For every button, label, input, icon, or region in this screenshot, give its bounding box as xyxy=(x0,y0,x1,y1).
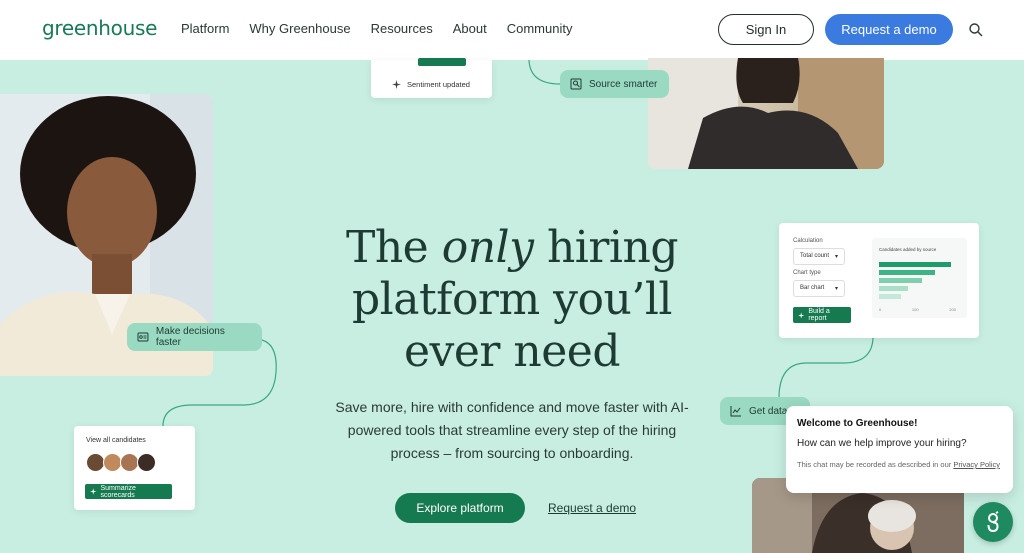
privacy-policy-link[interactable]: Privacy Policy xyxy=(953,460,1000,469)
axis-tick: 200 xyxy=(949,307,956,312)
sentiment-card: Sentiment updated xyxy=(371,58,492,98)
hero-photo-man xyxy=(648,58,884,169)
sparkle-icon xyxy=(798,311,805,319)
chat-question[interactable]: How can we help improve your hiring? xyxy=(797,438,1002,449)
report-builder-card: Calculation Total count ▾ Chart type Bar … xyxy=(779,223,979,338)
sentiment-green-tag xyxy=(418,58,466,66)
greenhouse-g-icon xyxy=(987,511,999,533)
greenhouse-logo[interactable]: greenhouse xyxy=(42,16,157,40)
report-chart-title: Candidates added by source xyxy=(879,247,937,252)
get-data-label: Get data xyxy=(749,405,788,417)
build-report-button[interactable]: Build a report xyxy=(793,307,851,323)
sparkle-icon xyxy=(90,488,97,495)
hero-title-line3: ever need xyxy=(403,326,621,377)
axis-tick: 0 xyxy=(879,307,882,312)
chart-line-icon xyxy=(730,406,741,417)
chevron-down-icon: ▾ xyxy=(834,286,838,292)
site-header: greenhouse Platform Why Greenhouse Resou… xyxy=(0,0,1024,60)
make-decisions-label: Make decisions faster xyxy=(155,326,225,348)
report-bar xyxy=(879,262,951,267)
summarize-scorecards-button[interactable]: Summarize scorecards xyxy=(85,484,172,499)
hero-title-emphasis: only xyxy=(441,222,534,273)
chat-title: Welcome to Greenhouse! xyxy=(797,418,918,429)
sentiment-row: Sentiment updated xyxy=(392,80,470,89)
nav-item-resources[interactable]: Resources xyxy=(371,21,433,36)
candidate-avatars xyxy=(86,453,156,472)
hero-subtitle: Save more, hire with confidence and move… xyxy=(335,399,689,461)
main-nav: Platform Why Greenhouse Resources About … xyxy=(181,21,572,36)
source-smarter-label: Source smarter xyxy=(589,78,658,90)
calculation-label: Calculation xyxy=(793,238,823,244)
candidates-card-title: View all candidates xyxy=(86,437,146,444)
request-demo-button[interactable]: Request a demo xyxy=(825,14,953,45)
report-bars xyxy=(879,262,954,302)
sparkle-icon xyxy=(392,80,401,89)
explore-platform-button[interactable]: Explore platform xyxy=(395,493,525,523)
report-bar xyxy=(879,294,901,299)
report-chart-panel: Candidates added by source 0 100 200 xyxy=(872,238,967,318)
chevron-down-icon: ▾ xyxy=(834,254,838,260)
hero-title-line1: The only hiring xyxy=(346,222,678,273)
chat-note: This chat may be recorded as described i… xyxy=(797,460,1001,469)
report-bar xyxy=(879,278,923,283)
sentiment-label: Sentiment updated xyxy=(407,80,470,89)
nav-item-platform[interactable]: Platform xyxy=(181,21,229,36)
make-decisions-pill: Make decisions faster xyxy=(127,323,262,351)
report-bar xyxy=(879,270,936,275)
hero-title-line2: platform you’ll xyxy=(352,274,673,325)
axis-tick: 100 xyxy=(911,307,919,312)
chart-type-select[interactable]: Bar chart ▾ xyxy=(793,280,845,297)
report-bar xyxy=(879,286,908,291)
chat-launcher-button[interactable] xyxy=(973,502,1013,542)
sign-in-button[interactable]: Sign In xyxy=(718,14,814,45)
source-smarter-pill: Source smarter xyxy=(560,70,669,98)
search-icon[interactable] xyxy=(968,22,984,38)
request-demo-link[interactable]: Request a demo xyxy=(548,501,636,515)
hero-title: The only hiring platform you’ll ever nee… xyxy=(312,222,712,378)
calculation-select[interactable]: Total count ▾ xyxy=(793,248,845,265)
nav-item-why-greenhouse[interactable]: Why Greenhouse xyxy=(249,21,350,36)
report-axis: 0 100 200 xyxy=(879,307,956,312)
nav-item-community[interactable]: Community xyxy=(507,21,573,36)
candidates-card: View all candidates Summarize scorecards xyxy=(74,426,195,510)
avatar xyxy=(137,453,156,472)
nav-item-about[interactable]: About xyxy=(453,21,487,36)
chart-type-label: Chart type xyxy=(793,270,821,276)
user-search-icon xyxy=(570,78,582,90)
scorecard-icon xyxy=(137,332,149,342)
chat-popup[interactable]: Welcome to Greenhouse! How can we help i… xyxy=(786,406,1013,493)
